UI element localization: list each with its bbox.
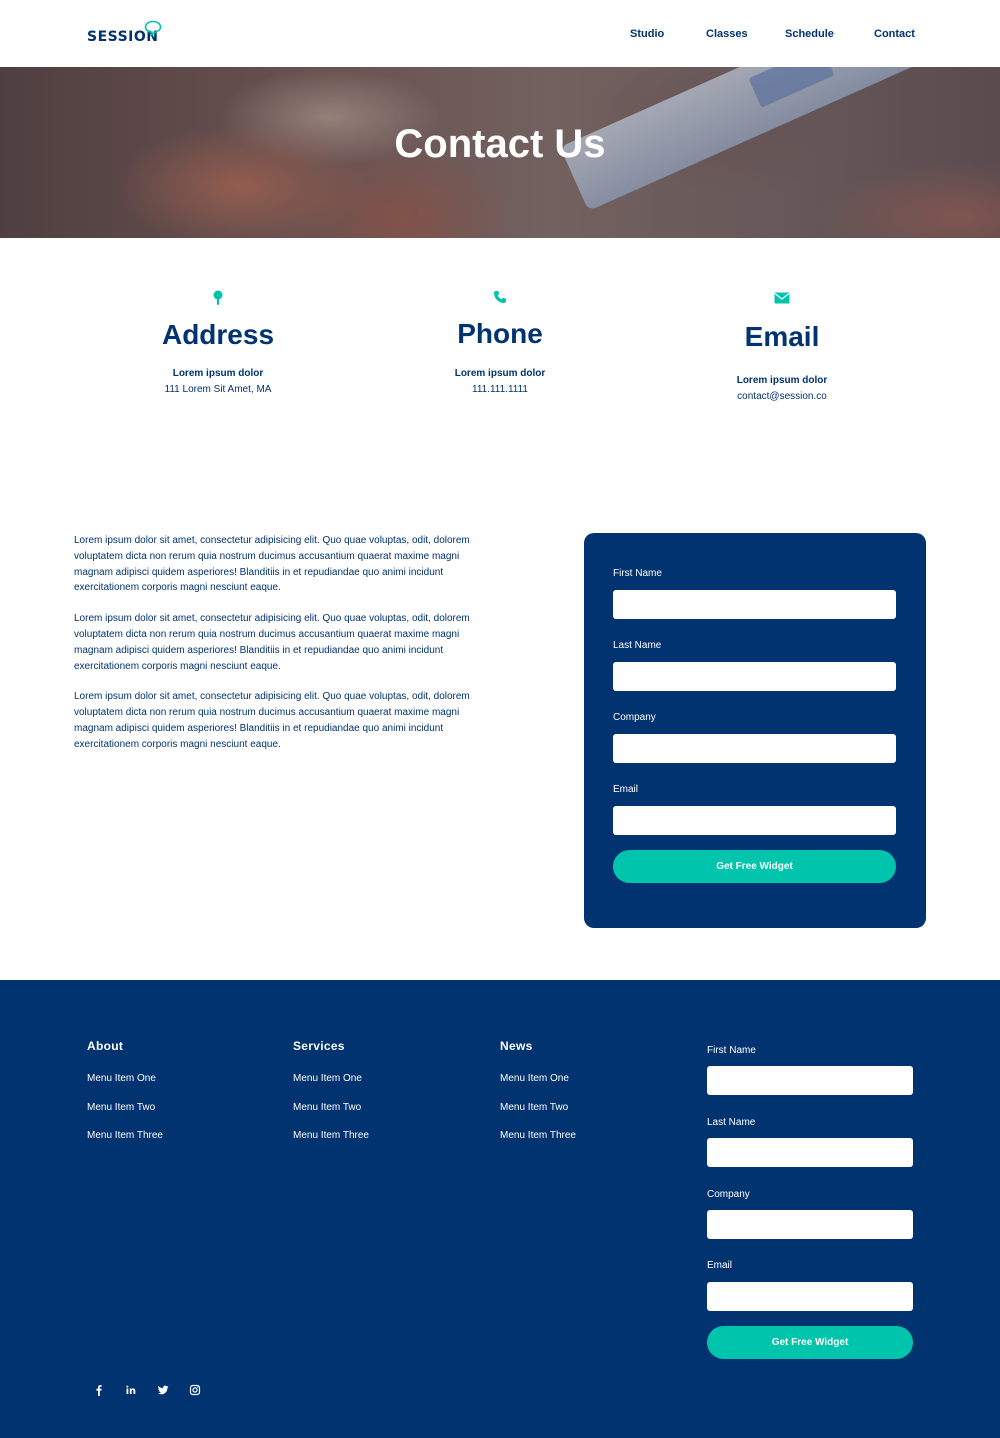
facebook-icon[interactable] (92, 1383, 106, 1397)
email-field[interactable] (613, 806, 896, 835)
intro-text: Lorem ipsum dolor sit amet, consectetur … (74, 533, 474, 768)
phone-label: Lorem ipsum dolor (454, 368, 546, 379)
speech-bubble-icon (144, 20, 162, 36)
address-heading: Address (161, 319, 275, 350)
first-name-field[interactable] (613, 590, 896, 619)
paragraph: Lorem ipsum dolor sit amet, consectetur … (74, 535, 470, 594)
site-header: SESSION Studio Classes Schedule Contact (0, 0, 1000, 67)
footer-heading-about: About (87, 1039, 124, 1053)
nav-contact[interactable]: Contact (874, 28, 915, 42)
email-label: Lorem ipsum dolor (736, 375, 828, 386)
footer-last-name-field[interactable] (707, 1138, 913, 1167)
paragraph: Lorem ipsum dolor sit amet, consectetur … (74, 691, 470, 750)
envelope-icon (774, 292, 790, 304)
footer-first-name-field[interactable] (707, 1066, 913, 1095)
nav-studio[interactable]: Studio (630, 28, 664, 42)
nav-classes[interactable]: Classes (706, 28, 748, 42)
page-title: Contact Us (394, 122, 606, 166)
footer-email-label: Email (707, 1260, 733, 1271)
footer-heading-services: Services (293, 1039, 345, 1053)
email-label: Email (613, 784, 639, 795)
address-label: Lorem ipsum dolor (172, 368, 264, 379)
twitter-icon[interactable] (156, 1383, 170, 1397)
phone-heading: Phone (457, 318, 543, 349)
company-field[interactable] (613, 734, 896, 763)
footer-heading-news: News (500, 1039, 533, 1053)
footer-link[interactable]: Menu Item Two (87, 1102, 155, 1113)
footer-link[interactable]: Menu Item Two (293, 1102, 361, 1113)
paragraph: Lorem ipsum dolor sit amet, consectetur … (74, 613, 470, 672)
email-block: Email Lorem ipsum dolor contact@session.… (682, 292, 882, 404)
footer-link[interactable]: Menu Item One (293, 1073, 362, 1084)
footer-link[interactable]: Menu Item Three (293, 1130, 369, 1141)
footer-last-name-label: Last Name (707, 1117, 756, 1128)
footer-first-name-label: First Name (707, 1045, 756, 1056)
last-name-field[interactable] (613, 662, 896, 691)
phone-block: Phone Lorem ipsum dolor 111.111.1111 (400, 290, 600, 397)
linkedin-icon[interactable] (124, 1383, 138, 1397)
footer-link[interactable]: Menu Item One (500, 1073, 569, 1084)
instagram-icon[interactable] (188, 1383, 202, 1397)
first-name-label: First Name (613, 568, 662, 579)
nav-schedule[interactable]: Schedule (785, 28, 834, 42)
last-name-label: Last Name (613, 640, 662, 651)
site-footer: About Menu Item One Menu Item Two Menu I… (0, 980, 1000, 1438)
footer-company-label: Company (707, 1189, 750, 1200)
submit-button[interactable]: Get Free Widget (613, 850, 896, 883)
map-pin-icon (213, 290, 223, 305)
email-heading: Email (744, 321, 820, 352)
footer-submit-button[interactable]: Get Free Widget (707, 1326, 913, 1359)
address-value: 111 Lorem Sit Amet, MA (164, 384, 272, 395)
company-label: Company (613, 712, 656, 723)
footer-email-field[interactable] (707, 1282, 913, 1311)
footer-link[interactable]: Menu Item One (87, 1073, 156, 1084)
contact-form: First Name Last Name Company Email Get F… (584, 533, 926, 928)
footer-link[interactable]: Menu Item Three (500, 1130, 576, 1141)
footer-company-field[interactable] (707, 1210, 913, 1239)
email-value: contact@session.co (737, 391, 827, 402)
phone-value: 111.111.1111 (472, 384, 528, 395)
footer-link[interactable]: Menu Item Three (87, 1130, 163, 1141)
phone-icon (494, 291, 506, 303)
address-block: Address Lorem ipsum dolor 111 Lorem Sit … (118, 290, 318, 397)
footer-link[interactable]: Menu Item Two (500, 1102, 568, 1113)
